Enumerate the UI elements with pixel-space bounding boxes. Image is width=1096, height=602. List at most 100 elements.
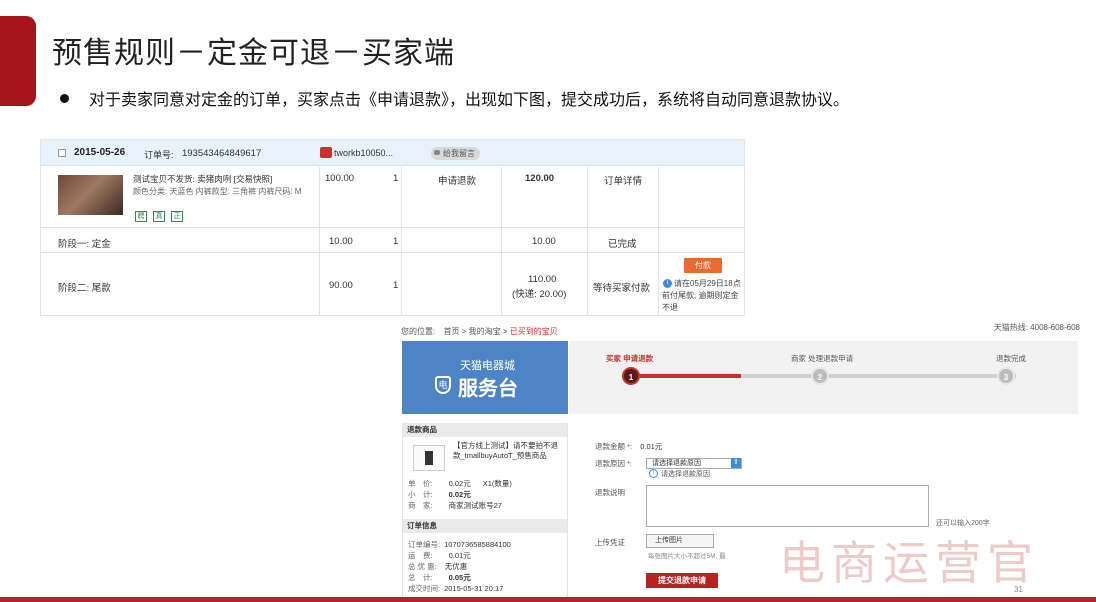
order-header: 2015-05-26 订单号: 193543464849617 tworkb10… [41, 140, 744, 166]
divider [319, 167, 320, 315]
amount-label: 退款金额 [595, 442, 625, 451]
order-screenshot: 2015-05-26 订单号: 193543464849617 tworkb10… [40, 139, 745, 316]
refund-sidebar: 退款商品 【官方线上测试】请不要拍不退款_tmallbuyAutoT_预售商品 … [402, 423, 568, 602]
product-qty: 1 [393, 173, 399, 184]
seller-label: 商 家: [408, 501, 433, 510]
service-banner: 天猫电器城 电 服务台 [402, 341, 568, 414]
product-title-link[interactable]: 测试宝贝不发货: 卖猪肉咧 [交易快照] [133, 173, 272, 185]
bottom-accent-bar [0, 597, 1096, 602]
required-icon: * [625, 442, 631, 451]
reason-hint: 请选择退款原因 [661, 471, 710, 478]
order-no-link[interactable]: 1070736585884100 [444, 540, 511, 549]
shipping-fee: 0.01元 [448, 551, 471, 560]
goods-section-header: 退款商品 [403, 423, 567, 437]
hotline-text: 天猫热线: 4008-608-608 [993, 323, 1080, 332]
stage2-label: 阶段二: 尾款 [58, 283, 111, 294]
proof-label: 上传凭证 [595, 538, 625, 547]
order-total: 120.00 [525, 173, 555, 184]
order-no-row: 订单编号: 1070736585884100 [408, 539, 511, 550]
breadcrumb-item-home[interactable]: 首页 [443, 327, 459, 336]
seller-link[interactable]: 商家测试账号27 [449, 501, 502, 510]
title-accent-bar [0, 16, 36, 106]
step-1-label: 买家 申请退款 [606, 354, 654, 363]
unit-price-row: 单 价: 0.02元 X1(数量) [408, 478, 512, 489]
deal-time-row: 成交时间: 2015-05-31 20:17 [408, 583, 503, 594]
refund-progress: 买家 申请退款 商家 处理退款申请 退款完成 1 2 3 [569, 341, 1078, 414]
stage2-shipping: (快递: 20.00) [512, 289, 567, 300]
stage1-price: 10.00 [329, 236, 353, 247]
upload-image-button[interactable]: 上传图片 [646, 534, 714, 548]
shipping-row: 运 费: 0.01元 [408, 550, 471, 561]
order-no-label: 订单编号: [408, 540, 441, 549]
shop-icon [320, 147, 332, 158]
refund-description-textarea[interactable] [646, 485, 929, 527]
product-price: 100.00 [325, 173, 355, 184]
total-row: 总 计: 0.05元 [408, 572, 471, 583]
step-3-circle: 3 [997, 367, 1015, 385]
product-thumbnail[interactable] [58, 175, 123, 215]
goods-name-link[interactable]: 【官方线上测试】请不要拍不退款_tmallbuyAutoT_预售商品 [453, 441, 565, 461]
page-title: 预售规则－定金可退－买家端 [52, 36, 455, 71]
bullet-icon [60, 94, 69, 104]
watermark-text: 电商运营官 [779, 536, 1039, 590]
discount-label: 总 优 惠: [408, 562, 437, 571]
message-button[interactable]: 给我留言 [431, 147, 480, 160]
shop-name-link[interactable]: tworkb10050... [334, 148, 393, 158]
stage1-label: 阶段一: 定金 [58, 239, 111, 250]
progress-fill [631, 374, 741, 378]
subtotal-label: 小 计: [408, 490, 433, 499]
goods-thumbnail[interactable] [413, 445, 445, 471]
info-icon: ! [649, 469, 658, 478]
divider [41, 227, 744, 228]
divider [401, 167, 402, 315]
step-2-label: 商家 处理退款申请 [791, 354, 854, 363]
bullet-text: 对于卖家同意对定金的订单，买家点击《申请退款》，出现如下图，提交成功后，系统将自… [89, 92, 850, 109]
stage1-status: 已完成 [608, 239, 637, 250]
apply-refund-link[interactable]: 申请退款 [438, 173, 476, 187]
required-icon: * [625, 459, 631, 468]
subtotal-row: 小 计: 0.02元 [408, 489, 471, 500]
stage1-amount: 10.00 [532, 236, 556, 247]
pay-deadline-note: 请在05月29日18点前付尾款; 逾期则定金不退 [662, 279, 741, 312]
total-label: 总 计: [408, 573, 433, 582]
order-checkbox[interactable] [58, 149, 66, 157]
subtotal: 0.02元 [448, 490, 471, 499]
order-detail-link[interactable]: 订单详情 [604, 173, 642, 187]
divider [501, 167, 502, 315]
reason-label: 退款原因 [595, 459, 625, 468]
total: 0.05元 [448, 573, 471, 582]
pay-button[interactable]: 付款 [684, 258, 722, 273]
deal-time-label: 成交时间: [408, 584, 441, 593]
brand-name: 天猫电器城 [460, 360, 515, 372]
divider [41, 252, 744, 253]
order-date: 2015-05-26 [74, 147, 126, 158]
upload-note: 每张图片大小不超过5M, 最 [648, 553, 726, 560]
step-3-label: 退款完成 [996, 354, 1026, 363]
breadcrumb-label: 您的位置: [401, 327, 436, 336]
breadcrumb: 您的位置: 首页 > 我的淘宝 > 已买到的宝贝 [401, 327, 558, 336]
refund-reason-select[interactable]: 请选择退款原因 [646, 458, 742, 469]
divider [658, 167, 659, 315]
unit-price-label: 单 价: [408, 479, 433, 488]
stage2-amount: 110.00 [528, 274, 557, 285]
shipping-label: 运 费: [408, 551, 433, 560]
discount: 无优惠 [444, 562, 468, 571]
bullet-text-row: 对于卖家同意对定金的订单，买家点击《申请退款》，出现如下图，提交成功后，系统将自… [60, 86, 849, 110]
deal-time: 2015-05-31 20:17 [444, 584, 504, 593]
service-title: 服务台 [458, 378, 518, 400]
breadcrumb-item-mytaobao[interactable]: 我的淘宝 [469, 327, 501, 336]
shield-icon: 电 [435, 376, 451, 394]
breadcrumb-item-bought[interactable]: 已买到的宝贝 [510, 327, 558, 336]
stage2-qty: 1 [393, 280, 399, 291]
amount-label-row: 退款金额 *: 0.01元 [595, 442, 663, 451]
page-number: 31 [1014, 585, 1023, 594]
stage1-qty: 1 [393, 236, 399, 247]
refund-amount: 0.01元 [640, 442, 663, 451]
badge-icon: 正 [171, 211, 183, 222]
submit-refund-button[interactable]: 提交退款申请 [646, 573, 718, 588]
product-attributes: 颜色分类: 天蓝色 内裤款型: 三角裤 内裤尺码: M [133, 187, 302, 196]
step-1-circle: 1 [622, 367, 640, 385]
divider [587, 167, 588, 315]
stage2-status: 等待买家付款 [593, 283, 651, 294]
quantity: X1(数量) [482, 479, 512, 488]
